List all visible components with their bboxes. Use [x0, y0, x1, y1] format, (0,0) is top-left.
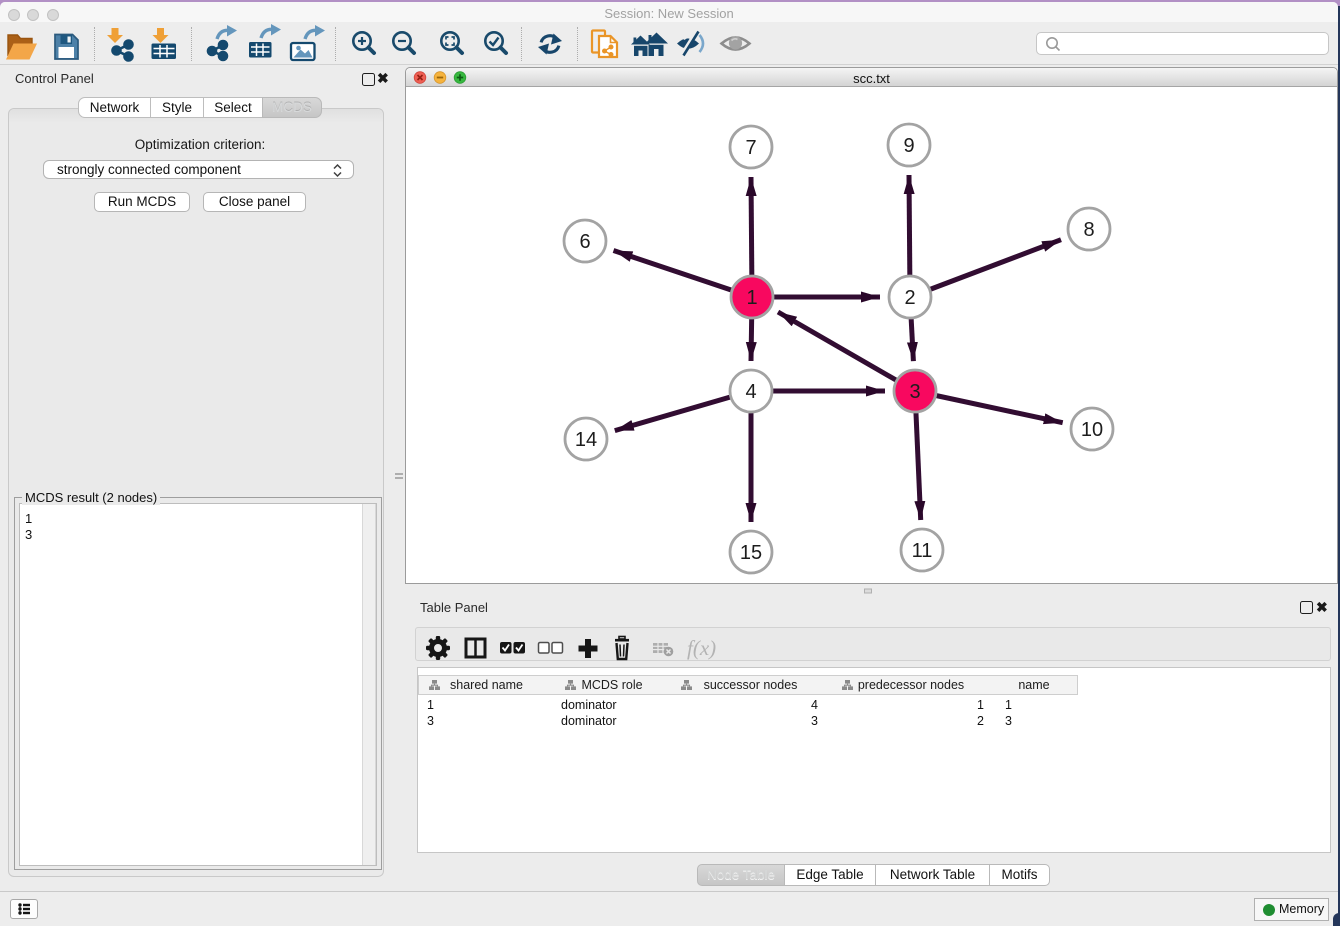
svg-text:7: 7 [745, 137, 756, 159]
svg-text:11: 11 [912, 540, 933, 562]
svg-text:f(x): f(x) [687, 636, 716, 660]
svg-text:4: 4 [745, 381, 756, 403]
svg-text:3: 3 [909, 381, 920, 403]
svg-text:6: 6 [579, 231, 590, 253]
svg-text:8: 8 [1083, 219, 1094, 241]
svg-text:2: 2 [904, 287, 915, 309]
svg-text:1: 1 [746, 287, 757, 309]
svg-text:14: 14 [575, 429, 597, 451]
svg-text:15: 15 [740, 542, 762, 564]
svg-text:9: 9 [903, 135, 914, 157]
svg-text:10: 10 [1081, 419, 1103, 441]
